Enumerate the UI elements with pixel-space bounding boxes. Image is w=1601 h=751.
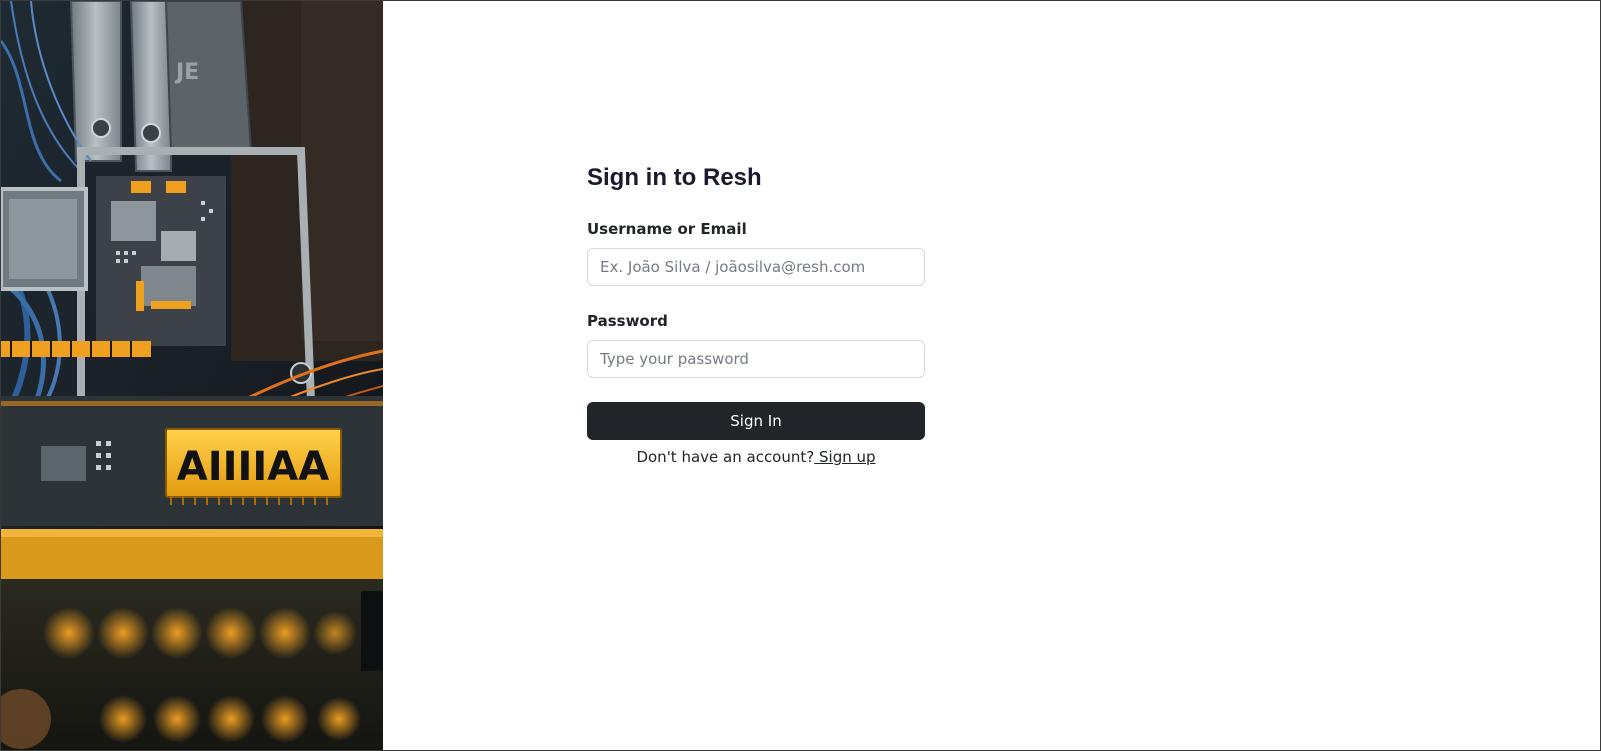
sign-up-link[interactable]: Sign up	[814, 448, 876, 466]
signin-form: Sign in to Resh Username or Email Passwo…	[587, 161, 925, 468]
no-account-text: Don't have an account?	[636, 448, 815, 466]
page-title: Sign in to Resh	[587, 164, 762, 191]
login-page: JE AIIIIAA Sign in to Resh Username or E…	[0, 0, 1601, 751]
circuit-board-illustration: JE AIIIIAA	[1, 1, 383, 750]
username-email-input[interactable]	[587, 248, 925, 286]
password-input[interactable]	[587, 340, 925, 378]
username-label: Username or Email	[587, 220, 747, 238]
password-label: Password	[587, 312, 668, 330]
signup-prompt: Don't have an account? Sign up	[587, 446, 925, 468]
sign-in-button[interactable]: Sign In	[587, 402, 925, 440]
svg-text:JE: JE	[174, 60, 199, 85]
hero-image-panel: JE AIIIIAA	[1, 1, 383, 750]
chip-label: AIIIIAA	[177, 444, 329, 490]
